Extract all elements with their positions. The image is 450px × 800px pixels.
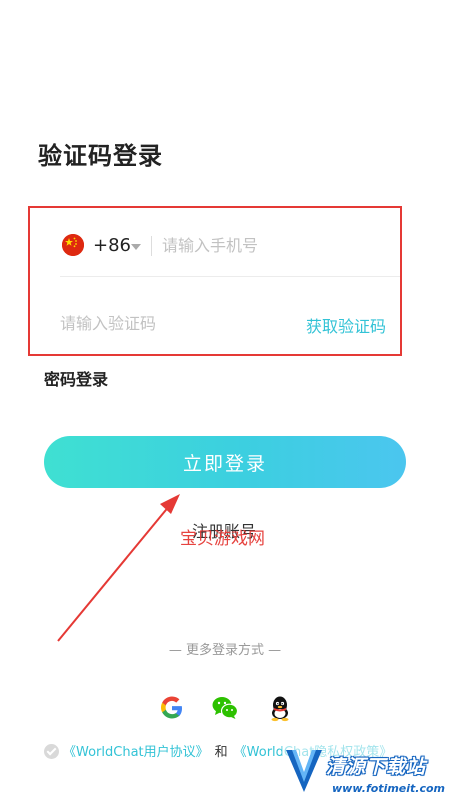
site-url: www.fotimeit.com bbox=[332, 782, 446, 795]
caret-down-icon[interactable] bbox=[131, 244, 141, 250]
password-login-link[interactable]: 密码登录 bbox=[44, 366, 108, 390]
qq-icon[interactable] bbox=[266, 694, 294, 722]
china-flag-icon[interactable] bbox=[62, 234, 84, 256]
agree-checkbox[interactable] bbox=[44, 744, 59, 759]
phone-row: +86 bbox=[30, 208, 400, 280]
verification-code-input[interactable] bbox=[60, 310, 260, 336]
code-row: 获取验证码 bbox=[30, 280, 400, 356]
site-name: 清源下载站 bbox=[326, 756, 427, 778]
user-agreement-link[interactable]: 《WorldChat用户协议》 bbox=[63, 745, 209, 760]
red-arrow-annotation bbox=[57, 494, 180, 642]
site-watermark: 清源下载站 www.fotimeit.com bbox=[282, 742, 450, 800]
country-code[interactable]: +86 bbox=[93, 235, 131, 256]
more-login-label: — 更多登录方式 — bbox=[168, 643, 282, 658]
download-site-logo-icon bbox=[286, 750, 322, 792]
agreement-and-text: 和 bbox=[214, 745, 228, 760]
login-form: +86 获取验证码 bbox=[28, 206, 402, 356]
wechat-icon[interactable] bbox=[211, 694, 239, 722]
watermark-overlay-text: 宝贝游戏网 bbox=[180, 529, 265, 549]
divider bbox=[151, 236, 152, 256]
google-icon[interactable] bbox=[158, 694, 186, 722]
login-button[interactable]: 立即登录 bbox=[44, 436, 406, 488]
phone-input[interactable] bbox=[162, 232, 382, 258]
divider bbox=[60, 276, 400, 277]
get-code-button[interactable]: 获取验证码 bbox=[306, 313, 386, 337]
page-title: 验证码登录 bbox=[38, 142, 163, 170]
